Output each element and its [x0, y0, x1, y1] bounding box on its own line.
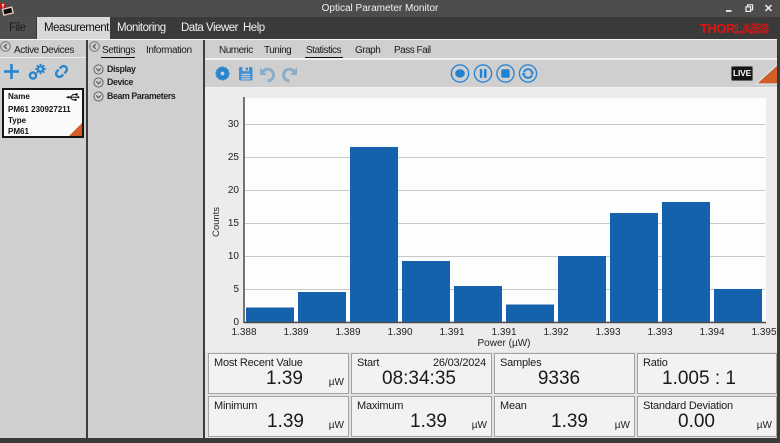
svg-text:1.392: 1.392 — [543, 327, 568, 338]
svg-text:1.395: 1.395 — [751, 327, 776, 338]
svg-text:15: 15 — [228, 218, 240, 229]
svg-text:1.393: 1.393 — [595, 327, 620, 338]
svg-text:25: 25 — [228, 152, 240, 163]
svg-text:1.393: 1.393 — [647, 327, 672, 338]
svg-text:30: 30 — [228, 119, 240, 130]
svg-text:1.389: 1.389 — [283, 327, 308, 338]
svg-text:1.390: 1.390 — [387, 327, 412, 338]
svg-text:Counts: Counts — [211, 207, 222, 237]
svg-text:1.388: 1.388 — [231, 327, 256, 338]
svg-text:5: 5 — [233, 284, 239, 295]
svg-text:1.391: 1.391 — [439, 327, 464, 338]
svg-text:20: 20 — [228, 185, 240, 196]
svg-text:Power (µW): Power (µW) — [478, 338, 531, 349]
svg-text:1.394: 1.394 — [699, 327, 724, 338]
svg-text:1.389: 1.389 — [335, 327, 360, 338]
svg-text:10: 10 — [228, 251, 240, 262]
svg-text:1.391: 1.391 — [491, 327, 516, 338]
